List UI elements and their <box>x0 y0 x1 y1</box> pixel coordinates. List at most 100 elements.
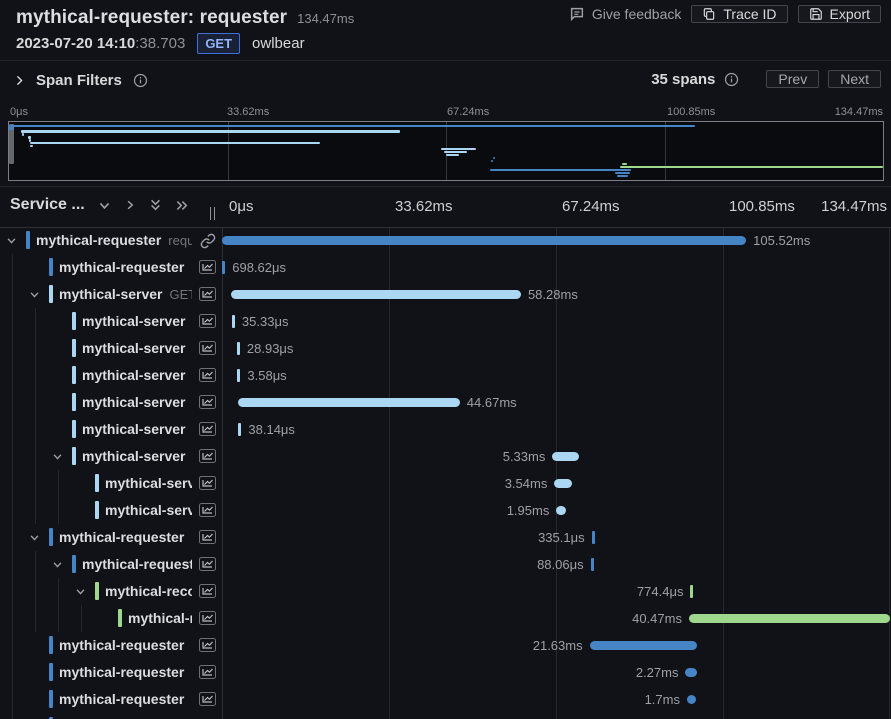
span-row[interactable]: mythical-recorder 774.4μs <box>0 578 891 605</box>
give-feedback-link[interactable]: Give feedback <box>569 6 681 22</box>
span-row[interactable]: mythical-requester <box>0 713 891 719</box>
span-row[interactable]: mythical-server 35.33μs <box>0 308 891 335</box>
minimap-tick: 134.47ms <box>834 106 883 118</box>
expand-chevron-icon[interactable] <box>52 559 63 570</box>
indent-guide <box>12 281 13 308</box>
span-bar[interactable] <box>591 531 595 544</box>
expand-chevron-icon[interactable] <box>29 532 40 543</box>
span-row[interactable]: mythical-server 1.95ms <box>0 497 891 524</box>
span-bar[interactable] <box>222 261 226 274</box>
span-duration-label: 38.14μs <box>248 422 295 437</box>
span-service-name: mythical-server <box>82 367 186 383</box>
next-span-button[interactable]: Next <box>828 70 881 88</box>
span-bar[interactable] <box>231 315 235 328</box>
span-service-name: mythical-requester <box>59 664 185 680</box>
span-row[interactable]: mythical-requester 2.27ms <box>0 659 891 686</box>
minimap-span <box>617 174 629 177</box>
column-resize-handle[interactable] <box>210 207 215 220</box>
chart-icon[interactable] <box>199 287 216 301</box>
span-bar[interactable] <box>236 342 240 355</box>
span-duration-label: 335.1μs <box>538 530 585 545</box>
chart-icon[interactable] <box>199 638 216 652</box>
span-row[interactable]: mythical-requester 335.1μs <box>0 524 891 551</box>
span-service-name: mythical-server <box>82 394 186 410</box>
span-service-name: mythical-server <box>105 502 192 518</box>
expand-chevron-icon[interactable] <box>75 586 86 597</box>
prev-span-button[interactable]: Prev <box>766 70 820 88</box>
indent-guide <box>12 308 13 335</box>
span-row[interactable]: mythical-server 28.93μs <box>0 335 891 362</box>
minimap-viewport[interactable] <box>8 121 884 181</box>
span-row[interactable]: mythical-requester 88.06μs <box>0 551 891 578</box>
span-bar[interactable] <box>554 479 572 488</box>
indent-guide <box>58 470 59 497</box>
span-row[interactable]: mythical-server 3.58μs <box>0 362 891 389</box>
link-icon[interactable] <box>200 233 216 249</box>
span-row[interactable]: mythical-server 3.54ms <box>0 470 891 497</box>
span-bar[interactable] <box>690 585 694 598</box>
span-service-name: mythical-requester <box>59 529 185 545</box>
span-duration-label: 88.06μs <box>537 557 584 572</box>
service-column-header[interactable]: Service ... <box>10 196 85 214</box>
span-bar[interactable] <box>685 668 697 677</box>
span-row[interactable]: mythical-requester 698.62μs <box>0 254 891 281</box>
chart-icon[interactable] <box>199 503 216 517</box>
span-bar[interactable] <box>590 558 594 571</box>
span-row[interactable]: mythical-requester 21.63ms <box>0 632 891 659</box>
double-chevron-down-icon[interactable] <box>149 198 162 212</box>
chart-icon[interactable] <box>199 449 216 463</box>
expand-chevron-icon[interactable] <box>6 235 17 246</box>
span-bar[interactable] <box>222 236 747 245</box>
span-row[interactable]: mythical-server 5.33ms <box>0 443 891 470</box>
span-color-indicator <box>95 474 99 492</box>
export-button[interactable]: Export <box>797 5 881 23</box>
indent-guide <box>12 713 13 719</box>
chart-icon[interactable] <box>199 530 216 544</box>
chart-icon[interactable] <box>199 584 216 598</box>
span-row[interactable]: mythical-requester 1.7ms <box>0 686 891 713</box>
chart-icon[interactable] <box>199 341 216 355</box>
span-row[interactable]: mythical-server 44.67ms <box>0 389 891 416</box>
minimap-drag-handle[interactable] <box>9 124 14 164</box>
chart-icon[interactable] <box>199 395 216 409</box>
timeline-column-header: 67.24ms <box>562 198 620 215</box>
span-row[interactable]: mythical-server GET 58.28ms <box>0 281 891 308</box>
expand-chevron-icon[interactable] <box>29 289 40 300</box>
chart-icon[interactable] <box>199 368 216 382</box>
chart-icon[interactable] <box>199 260 216 274</box>
chart-icon[interactable] <box>199 476 216 490</box>
span-bar[interactable] <box>552 452 579 461</box>
chart-icon[interactable] <box>199 314 216 328</box>
span-service-name: mythical-server <box>82 313 186 329</box>
span-bar[interactable] <box>231 290 521 299</box>
chart-icon[interactable] <box>199 422 216 436</box>
span-bar[interactable] <box>237 369 241 382</box>
span-bar[interactable] <box>238 423 242 436</box>
chart-icon[interactable] <box>199 557 216 571</box>
double-chevron-right-icon[interactable] <box>175 199 189 212</box>
span-bar[interactable] <box>688 614 890 623</box>
span-filters-toggle[interactable]: Span Filters <box>14 72 148 89</box>
indent-guide <box>35 335 36 362</box>
span-bar[interactable] <box>556 506 566 515</box>
chart-icon[interactable] <box>199 665 216 679</box>
info-circle-icon[interactable] <box>724 72 739 87</box>
expand-chevron-icon[interactable] <box>52 451 63 462</box>
span-bar[interactable] <box>237 398 460 407</box>
span-service-name: mythical-recorder <box>128 610 192 626</box>
chevron-right-icon[interactable] <box>124 199 136 211</box>
span-duration-label: 698.62μs <box>232 260 286 275</box>
info-circle-icon[interactable] <box>133 73 148 88</box>
chart-icon[interactable] <box>199 692 216 706</box>
chevron-down-icon[interactable] <box>98 199 111 212</box>
span-bar[interactable] <box>686 695 696 704</box>
span-row[interactable]: mythical-requester requester 105.52ms <box>0 227 891 254</box>
span-service-name: mythical-requester <box>59 259 185 275</box>
trace-header: mythical-requester: requester 134.47ms G… <box>0 0 891 61</box>
trace-id-button[interactable]: Trace ID <box>691 5 788 23</box>
span-row[interactable]: mythical-server 38.14μs <box>0 416 891 443</box>
chart-icon[interactable] <box>199 611 216 625</box>
span-bar[interactable] <box>589 641 698 650</box>
span-row[interactable]: mythical-recorder 40.47ms <box>0 605 891 632</box>
span-service-name: mythical-server <box>59 286 163 302</box>
